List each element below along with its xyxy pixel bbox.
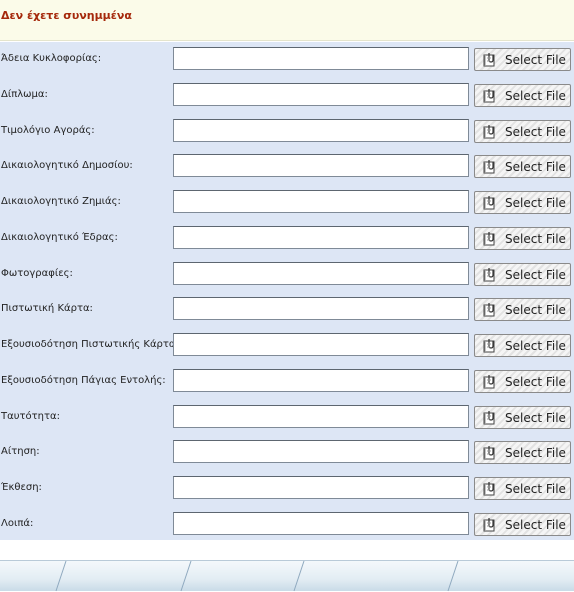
attachment-file-field[interactable]: [173, 118, 469, 142]
attachment-row: Δικαιολογητικό Έδρας: Select File: [0, 225, 574, 250]
select-file-button-label: Select File: [505, 410, 566, 425]
attachment-file-field[interactable]: [173, 440, 469, 464]
attachment-file-field[interactable]: [173, 404, 469, 428]
attachment-label: Έκθεση:: [1, 482, 42, 493]
select-file-button[interactable]: Select File: [474, 405, 571, 429]
attachment-label: Εξουσιοδότηση Πιστωτικής Κάρτας:: [1, 339, 185, 350]
tab-divider: [293, 561, 305, 592]
attachment-label: Φωτογραφίες:: [1, 267, 73, 279]
select-file-button[interactable]: Select File: [474, 83, 571, 107]
select-file-button-label: Select File: [505, 517, 566, 532]
file-attach-icon: [482, 481, 496, 496]
select-file-button-label: Select File: [505, 374, 566, 389]
select-file-button-label: Select File: [505, 196, 566, 210]
attachment-file-field[interactable]: [173, 333, 469, 356]
attachment-file-field[interactable]: [173, 82, 469, 106]
file-attach-icon: [482, 267, 496, 282]
attachment-label: Δικαιολογητικό Δημοσίου:: [1, 160, 133, 172]
attachment-label: Ταυτότητα:: [1, 410, 60, 422]
attachment-file-field[interactable]: [173, 190, 469, 213]
select-file-button[interactable]: Select File: [474, 48, 571, 71]
select-file-button-label: Select File: [505, 124, 566, 139]
attachment-file-field[interactable]: [173, 225, 469, 249]
attachment-row: Έκθεση: Select File: [0, 476, 574, 500]
attachment-row: Δικαιολογητικό Ζημιάς: Select File: [0, 190, 574, 214]
file-attach-icon: [482, 302, 496, 317]
attachment-row: Εξουσιοδότηση Πάγιας Εντολής: Select File: [0, 368, 574, 393]
select-file-button[interactable]: Select File: [474, 191, 571, 214]
tab-divider: [447, 561, 459, 592]
attachment-file-field[interactable]: [173, 511, 469, 535]
attachment-row: Λοιπά: Select File: [0, 511, 574, 536]
attachments-status-banner: Δεν έχετε συνημμένα: [0, 0, 574, 41]
file-attach-icon: [482, 374, 496, 389]
select-file-button[interactable]: Select File: [474, 262, 571, 286]
attachment-row: Εξουσιοδότηση Πιστωτικής Κάρτας: Select F…: [0, 333, 574, 357]
select-file-button-label: Select File: [505, 231, 566, 246]
attachment-row: Αίτηση: Select File: [0, 440, 574, 465]
attachment-row: Δίπλωμα: Select File: [0, 82, 574, 107]
attachment-label: Δικαιολογητικό Έδρας:: [1, 231, 118, 243]
attachment-file-field[interactable]: [173, 297, 469, 321]
select-file-button-label: Select File: [505, 160, 566, 175]
attachment-file-field[interactable]: [173, 47, 469, 70]
select-file-button[interactable]: Select File: [474, 155, 571, 179]
attachments-form: Άδεια Κυκλοφορίας: Select File Δίπλωμα: Sel…: [0, 42, 574, 540]
file-attach-icon: [482, 338, 496, 353]
attachment-file-field[interactable]: [173, 154, 469, 178]
select-file-button-label: Select File: [505, 53, 566, 67]
attachment-label: Δίπλωμα:: [1, 88, 48, 100]
file-attach-icon: [482, 159, 496, 174]
select-file-button[interactable]: Select File: [474, 512, 571, 536]
select-file-button[interactable]: Select File: [474, 369, 571, 393]
attachment-label: Άδεια Κυκλοφορίας:: [1, 53, 102, 64]
select-file-button[interactable]: Select File: [474, 441, 571, 465]
attachment-label: Εξουσιοδότηση Πάγιας Εντολής:: [1, 374, 166, 386]
file-attach-icon: [482, 231, 496, 246]
select-file-button-label: Select File: [505, 339, 566, 353]
attachment-label: Τιμολόγιο Αγοράς:: [1, 124, 95, 136]
select-file-button-label: Select File: [505, 303, 566, 318]
select-file-button[interactable]: Select File: [474, 334, 571, 357]
attachment-label: Πιστωτική Κάρτα:: [1, 303, 93, 315]
attachment-label: Λοιπά:: [1, 517, 34, 529]
file-attach-icon: [482, 517, 496, 532]
attachment-row: Φωτογραφίες: Select File: [0, 261, 574, 286]
attachment-label: Δικαιολογητικό Ζημιάς:: [1, 196, 121, 207]
attachment-file-field[interactable]: [173, 261, 469, 285]
file-attach-icon: [482, 410, 496, 425]
attachment-file-field[interactable]: [173, 368, 469, 392]
attachment-file-field[interactable]: [173, 476, 469, 499]
select-file-button-label: Select File: [505, 482, 566, 496]
file-attach-icon: [482, 195, 496, 210]
select-file-button-label: Select File: [505, 446, 566, 461]
tab-divider: [180, 561, 192, 592]
attachment-row: Άδεια Κυκλοφορίας: Select File: [0, 47, 574, 71]
attachment-label: Αίτηση:: [1, 446, 40, 458]
file-attach-icon: [482, 124, 496, 139]
tab-divider: [55, 561, 67, 592]
bottom-tab-strip: [0, 560, 574, 592]
select-file-button[interactable]: Select File: [474, 119, 571, 143]
attachment-row: Δικαιολογητικό Δημοσίου: Select File: [0, 154, 574, 179]
file-attach-icon: [482, 445, 496, 460]
no-attachments-message: Δεν έχετε συνημμένα: [1, 9, 132, 22]
attachment-row: Ταυτότητα: Select File: [0, 404, 574, 429]
select-file-button[interactable]: Select File: [474, 226, 571, 250]
file-attach-icon: [482, 52, 496, 67]
attachment-row: Τιμολόγιο Αγοράς: Select File: [0, 118, 574, 143]
select-file-button[interactable]: Select File: [474, 477, 571, 500]
select-file-button-label: Select File: [505, 88, 566, 103]
file-attach-icon: [482, 88, 496, 103]
attachment-row: Πιστωτική Κάρτα: Select File: [0, 297, 574, 322]
select-file-button-label: Select File: [505, 267, 566, 282]
select-file-button[interactable]: Select File: [474, 298, 571, 322]
